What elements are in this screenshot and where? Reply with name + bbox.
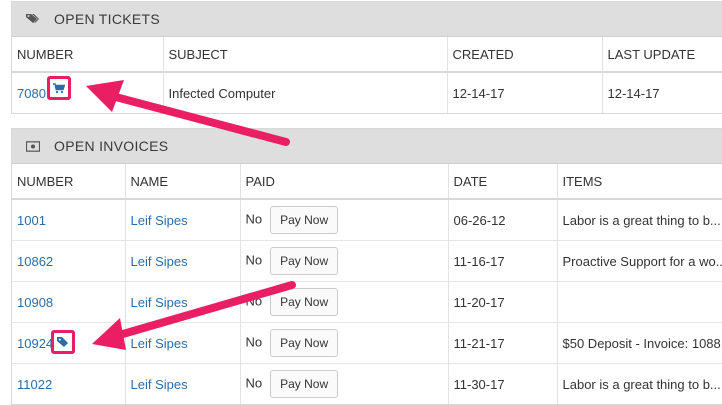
invoices-table: NUMBER NAME PAID DATE ITEMS 1001 Leif Si…: [12, 164, 722, 404]
ticket-updated: 12-14-17: [602, 72, 722, 113]
invoice-date: 11-21-17: [448, 322, 558, 364]
ticket-subject: Infected Computer: [163, 72, 448, 113]
ticket-created: 12-14-17: [447, 72, 603, 113]
invoice-items: Proactive Support for a wo...: [557, 240, 722, 282]
table-row: 11022 Leif Sipes No Pay Now 11-30-17 Labo…: [12, 363, 722, 404]
pay-now-button[interactable]: Pay Now: [270, 206, 339, 234]
table-row: 7080 Infected Computer 12-14-17 12-14-17: [12, 72, 722, 113]
cart-icon: [53, 82, 65, 94]
invoice-name-link[interactable]: Leif Sipes: [131, 295, 188, 310]
pay-now-button[interactable]: Pay Now: [270, 247, 339, 275]
invoice-number-link[interactable]: 10908: [17, 295, 53, 310]
col-number: NUMBER: [12, 37, 164, 73]
table-row: 10924 Leif Sipes No Pay Now 11-21-17 $50 …: [12, 322, 722, 364]
invoice-date: 06-26-12: [448, 199, 558, 241]
ticket-marker-highlight[interactable]: [47, 76, 71, 100]
invoice-name-link[interactable]: Leif Sipes: [131, 377, 188, 392]
paid-status: No: [245, 211, 263, 227]
paid-status: No: [245, 334, 263, 350]
invoice-name-link[interactable]: Leif Sipes: [131, 254, 188, 269]
open-tickets-panel: OPEN TICKETS NUMBER SUBJECT CREATED LAST…: [11, 1, 722, 114]
invoice-marker-highlight[interactable]: [51, 330, 75, 354]
open-tickets-title: OPEN TICKETS: [54, 11, 161, 27]
invoice-name-link[interactable]: Leif Sipes: [131, 213, 188, 228]
tickets-table: NUMBER SUBJECT CREATED LAST UPDATE 7080 …: [12, 37, 722, 113]
paid-status: No: [245, 293, 263, 309]
invoice-date: 11-16-17: [448, 240, 558, 282]
invoice-number-link[interactable]: 1001: [17, 213, 46, 228]
open-invoices-header: OPEN INVOICES: [12, 129, 722, 164]
pay-now-button[interactable]: Pay Now: [270, 329, 339, 357]
col-created: CREATED: [447, 37, 603, 73]
invoice-items: Labor is a great thing to b...: [557, 199, 722, 241]
money-icon: [26, 139, 40, 153]
pay-now-button[interactable]: Pay Now: [270, 288, 339, 316]
col-number: NUMBER: [12, 164, 126, 200]
tags-icon: [26, 12, 40, 26]
col-name: NAME: [125, 164, 241, 200]
open-invoices-title: OPEN INVOICES: [54, 138, 169, 154]
ticket-number-link[interactable]: 7080: [17, 86, 46, 101]
tickets-header-row: NUMBER SUBJECT CREATED LAST UPDATE: [12, 37, 722, 73]
invoice-items: [557, 281, 722, 323]
col-subject: SUBJECT: [163, 37, 448, 73]
open-tickets-header: OPEN TICKETS: [12, 2, 722, 37]
invoice-items: Labor is a great thing to b...: [557, 363, 722, 404]
invoice-name-link[interactable]: Leif Sipes: [131, 336, 188, 351]
invoice-number-link[interactable]: 10924: [17, 336, 53, 351]
col-last-update: LAST UPDATE: [602, 37, 722, 73]
invoice-items: $50 Deposit - Invoice: 1088...: [557, 322, 722, 364]
table-row: 10862 Leif Sipes No Pay Now 11-16-17 Proa…: [12, 240, 722, 282]
invoice-date: 11-30-17: [448, 363, 558, 404]
invoice-number-link[interactable]: 10862: [17, 254, 53, 269]
pay-now-button[interactable]: Pay Now: [270, 370, 339, 398]
open-invoices-panel: OPEN INVOICES NUMBER NAME PAID DATE ITEM…: [11, 128, 722, 405]
tag-icon: [57, 336, 69, 348]
col-date: DATE: [448, 164, 558, 200]
invoice-date: 11-20-17: [448, 281, 558, 323]
paid-status: No: [245, 252, 263, 268]
paid-status: No: [245, 375, 263, 391]
table-row: 10908 Leif Sipes No Pay Now 11-20-17: [12, 281, 722, 323]
col-items: ITEMS: [557, 164, 722, 200]
invoice-number-link[interactable]: 11022: [17, 377, 52, 392]
col-paid: PAID: [240, 164, 449, 200]
table-row: 1001 Leif Sipes No Pay Now 06-26-12 Labor…: [12, 199, 722, 241]
invoices-header-row: NUMBER NAME PAID DATE ITEMS: [12, 164, 722, 200]
